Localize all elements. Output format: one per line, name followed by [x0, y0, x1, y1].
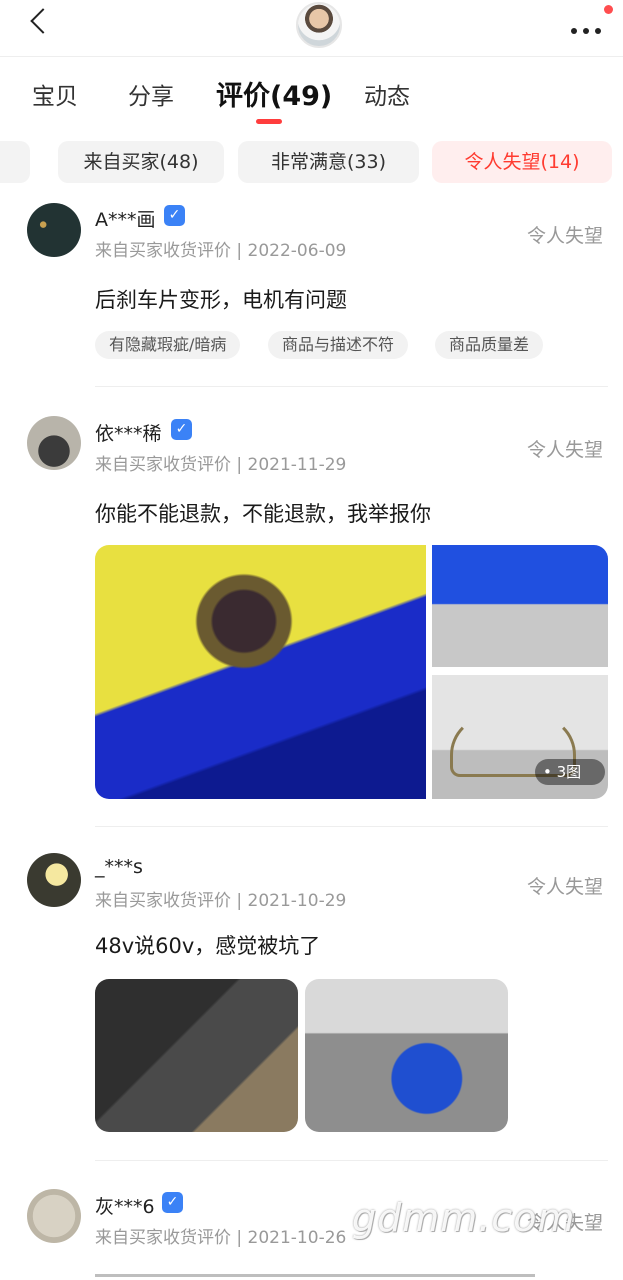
- review-photo[interactable]: [95, 979, 298, 1132]
- verified-icon: ✓: [171, 419, 192, 440]
- review-username: 依***稀: [95, 423, 162, 445]
- verified-icon: ✓: [164, 205, 185, 226]
- review-photo[interactable]: [95, 545, 426, 799]
- tab-reviews[interactable]: 评价(49): [216, 74, 332, 113]
- review-divider: [95, 826, 608, 827]
- review-meta: 来自买家收货评价 | 2021-10-26: [95, 1228, 347, 1248]
- review-meta: 来自买家收货评价 | 2021-10-29: [95, 891, 347, 911]
- review-content: 48v说60v，感觉被坑了: [95, 934, 321, 958]
- avatar[interactable]: [27, 853, 81, 907]
- shop-avatar[interactable]: [296, 2, 342, 48]
- review-photo[interactable]: [432, 545, 608, 667]
- filter-from-buyers[interactable]: 来自买家(48): [58, 141, 224, 183]
- notification-dot: [604, 5, 613, 14]
- more-icon[interactable]: [571, 19, 607, 38]
- avatar[interactable]: [27, 203, 81, 257]
- review-username: 灰***6: [95, 1196, 155, 1218]
- review-username: _***s: [95, 856, 143, 878]
- review-meta: 来自买家收货评价 | 2022-06-09: [95, 241, 347, 261]
- tab-updates[interactable]: 动态: [364, 77, 410, 111]
- review-content: 后刹车片变形，电机有问题: [95, 288, 347, 312]
- verified-icon: ✓: [162, 1192, 183, 1213]
- review-tag: 有隐藏瑕疵/暗病: [95, 331, 241, 359]
- review-meta: 来自买家收货评价 | 2021-11-29: [95, 455, 347, 475]
- avatar[interactable]: [27, 1189, 81, 1243]
- review-divider: [95, 386, 608, 387]
- watermark: gdmm.com: [352, 1196, 576, 1240]
- review-content-cut: [95, 1268, 535, 1280]
- tab-share[interactable]: 分享: [128, 77, 174, 111]
- review-rating: 令人失望: [527, 876, 604, 898]
- review-content: 你能不能退款，不能退款，我举报你: [95, 502, 431, 526]
- filter-chip-hidden[interactable]: [0, 141, 30, 183]
- tab-underline: [256, 119, 282, 124]
- tab-baby[interactable]: 宝贝: [32, 77, 78, 111]
- review-rating: 令人失望: [527, 439, 604, 461]
- avatar[interactable]: [27, 416, 81, 470]
- filter-very-satisfied[interactable]: 非常满意(33): [238, 141, 419, 183]
- review-divider: [95, 1160, 608, 1161]
- review-tag: 商品与描述不符: [268, 331, 409, 359]
- review-photo[interactable]: [305, 979, 508, 1132]
- review-rating: 令人失望: [527, 225, 604, 247]
- review-tag: 商品质量差: [435, 331, 544, 359]
- filter-disappointing[interactable]: 令人失望(14): [432, 141, 612, 183]
- review-username: A***画: [95, 209, 156, 231]
- back-arrow-icon[interactable]: [30, 8, 56, 34]
- photo-count-badge: • 3图: [535, 759, 605, 785]
